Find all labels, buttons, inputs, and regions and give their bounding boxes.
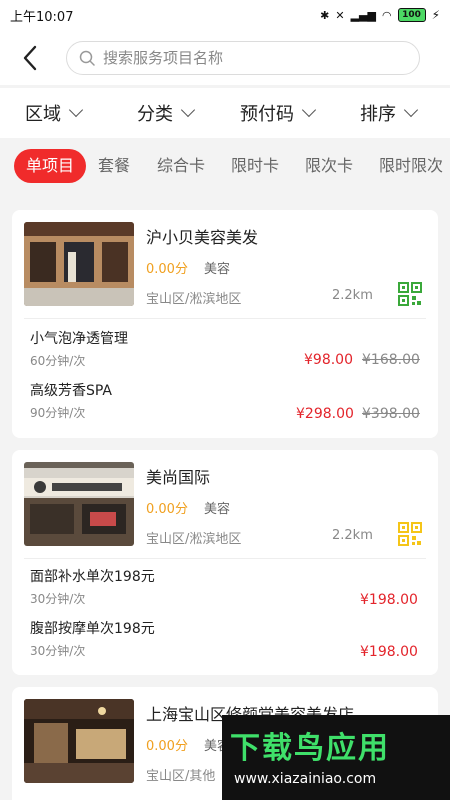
watermark-url: www.xiazainiao.com bbox=[234, 771, 377, 787]
tab-combo-card[interactable]: 综合卡 bbox=[157, 149, 205, 183]
signal-icon: ▂▄▆ bbox=[350, 8, 376, 22]
shop-card[interactable]: 美尚国际 0.00分 美容 宝山区/淞滨地区 2.2km 面部补水单次198元 … bbox=[12, 450, 438, 675]
shop-photo bbox=[24, 462, 134, 546]
chevron-down-icon bbox=[68, 102, 84, 118]
search-box[interactable] bbox=[66, 40, 420, 75]
tab-time-count-card[interactable]: 限时限次 bbox=[379, 149, 443, 183]
shop-score: 0.00分 bbox=[146, 262, 188, 277]
type-tabs: 单项目 套餐 综合卡 限时卡 限次卡 限时限次 bbox=[0, 140, 450, 192]
divider bbox=[24, 558, 426, 559]
back-arrow-icon bbox=[23, 45, 37, 70]
shop-area: 宝山区/淞滨地区 bbox=[146, 292, 242, 307]
top-bar bbox=[0, 30, 450, 85]
chevron-down-icon bbox=[301, 102, 317, 118]
status-bar: 上午10:07 ✱ ✕ ▂▄▆ ◠ 100 ⚡ bbox=[0, 0, 450, 30]
bluetooth-icon: ✱ bbox=[320, 8, 330, 22]
shop-photo bbox=[24, 699, 134, 783]
service-name[interactable]: 腹部按摩单次198元 bbox=[30, 618, 155, 638]
filter-prepay-code[interactable]: 预付码 bbox=[240, 100, 317, 126]
search-input[interactable] bbox=[103, 48, 393, 67]
shop-photo bbox=[24, 222, 134, 306]
shop-card[interactable]: 沪小贝美容美发 0.00分 美容 宝山区/淞滨地区 2.2km 小气泡净透管理 … bbox=[12, 210, 438, 438]
filter-category[interactable]: 分类 bbox=[137, 100, 196, 126]
tab-time-card[interactable]: 限时卡 bbox=[231, 149, 279, 183]
service-name[interactable]: 高级芳香SPA bbox=[30, 380, 112, 400]
divider bbox=[24, 318, 426, 319]
shop-area: 宝山区/其他 bbox=[146, 769, 216, 784]
tab-package[interactable]: 套餐 bbox=[98, 149, 130, 183]
service-duration: 30分钟/次 bbox=[30, 644, 86, 658]
back-button[interactable] bbox=[0, 30, 60, 85]
watermark: 下载鸟应用 www.xiazainiao.com bbox=[222, 715, 450, 800]
service-duration: 60分钟/次 bbox=[30, 354, 86, 368]
shop-name: 美尚国际 bbox=[146, 468, 211, 487]
filter-label: 排序 bbox=[360, 104, 396, 125]
service-name[interactable]: 小气泡净透管理 bbox=[30, 328, 128, 348]
service-name[interactable]: 面部补水单次198元 bbox=[30, 566, 155, 586]
shop-area: 宝山区/淞滨地区 bbox=[146, 532, 242, 547]
tab-single-item[interactable]: 单项目 bbox=[14, 149, 87, 183]
service-original-price: ¥398.00 bbox=[362, 406, 420, 422]
service-duration: 90分钟/次 bbox=[30, 406, 86, 420]
status-time: 上午10:07 bbox=[10, 9, 74, 25]
service-duration: 30分钟/次 bbox=[30, 592, 86, 606]
service-price: ¥98.00 bbox=[304, 352, 353, 368]
shop-name: 沪小贝美容美发 bbox=[146, 228, 259, 247]
service-original-price: ¥168.00 bbox=[362, 352, 420, 368]
tab-count-card[interactable]: 限次卡 bbox=[305, 149, 353, 183]
filter-label: 预付码 bbox=[240, 104, 294, 125]
shop-score: 0.00分 bbox=[146, 502, 188, 517]
shop-score: 0.00分 bbox=[146, 739, 188, 754]
shop-distance: 2.2km bbox=[332, 528, 373, 543]
filter-region[interactable]: 区域 bbox=[25, 100, 84, 126]
watermark-title: 下载鸟应用 bbox=[230, 731, 390, 766]
wifi-icon: ◠ bbox=[381, 8, 392, 22]
qr-code-yellow-icon[interactable] bbox=[398, 522, 422, 546]
battery-icon: 100 bbox=[397, 8, 426, 22]
search-icon bbox=[79, 50, 95, 66]
filter-sort[interactable]: 排序 bbox=[360, 100, 419, 126]
charging-icon: ⚡ bbox=[431, 8, 440, 22]
mute-icon: ✕ bbox=[335, 8, 345, 22]
system-icons: ✱ ✕ ▂▄▆ ◠ 100 ⚡ bbox=[320, 8, 440, 22]
filter-label: 分类 bbox=[137, 104, 173, 125]
shop-category: 美容 bbox=[204, 502, 231, 517]
filter-label: 区域 bbox=[25, 104, 61, 125]
service-price: ¥198.00 bbox=[360, 644, 418, 660]
qr-code-green-icon[interactable] bbox=[398, 282, 422, 306]
shop-distance: 2.2km bbox=[332, 288, 373, 303]
shop-category: 美容 bbox=[204, 262, 231, 277]
chevron-down-icon bbox=[403, 102, 419, 118]
filter-bar: 区域 分类 预付码 排序 bbox=[0, 88, 450, 138]
chevron-down-icon bbox=[180, 102, 196, 118]
service-price: ¥298.00 bbox=[296, 406, 354, 422]
service-price: ¥198.00 bbox=[360, 592, 418, 608]
